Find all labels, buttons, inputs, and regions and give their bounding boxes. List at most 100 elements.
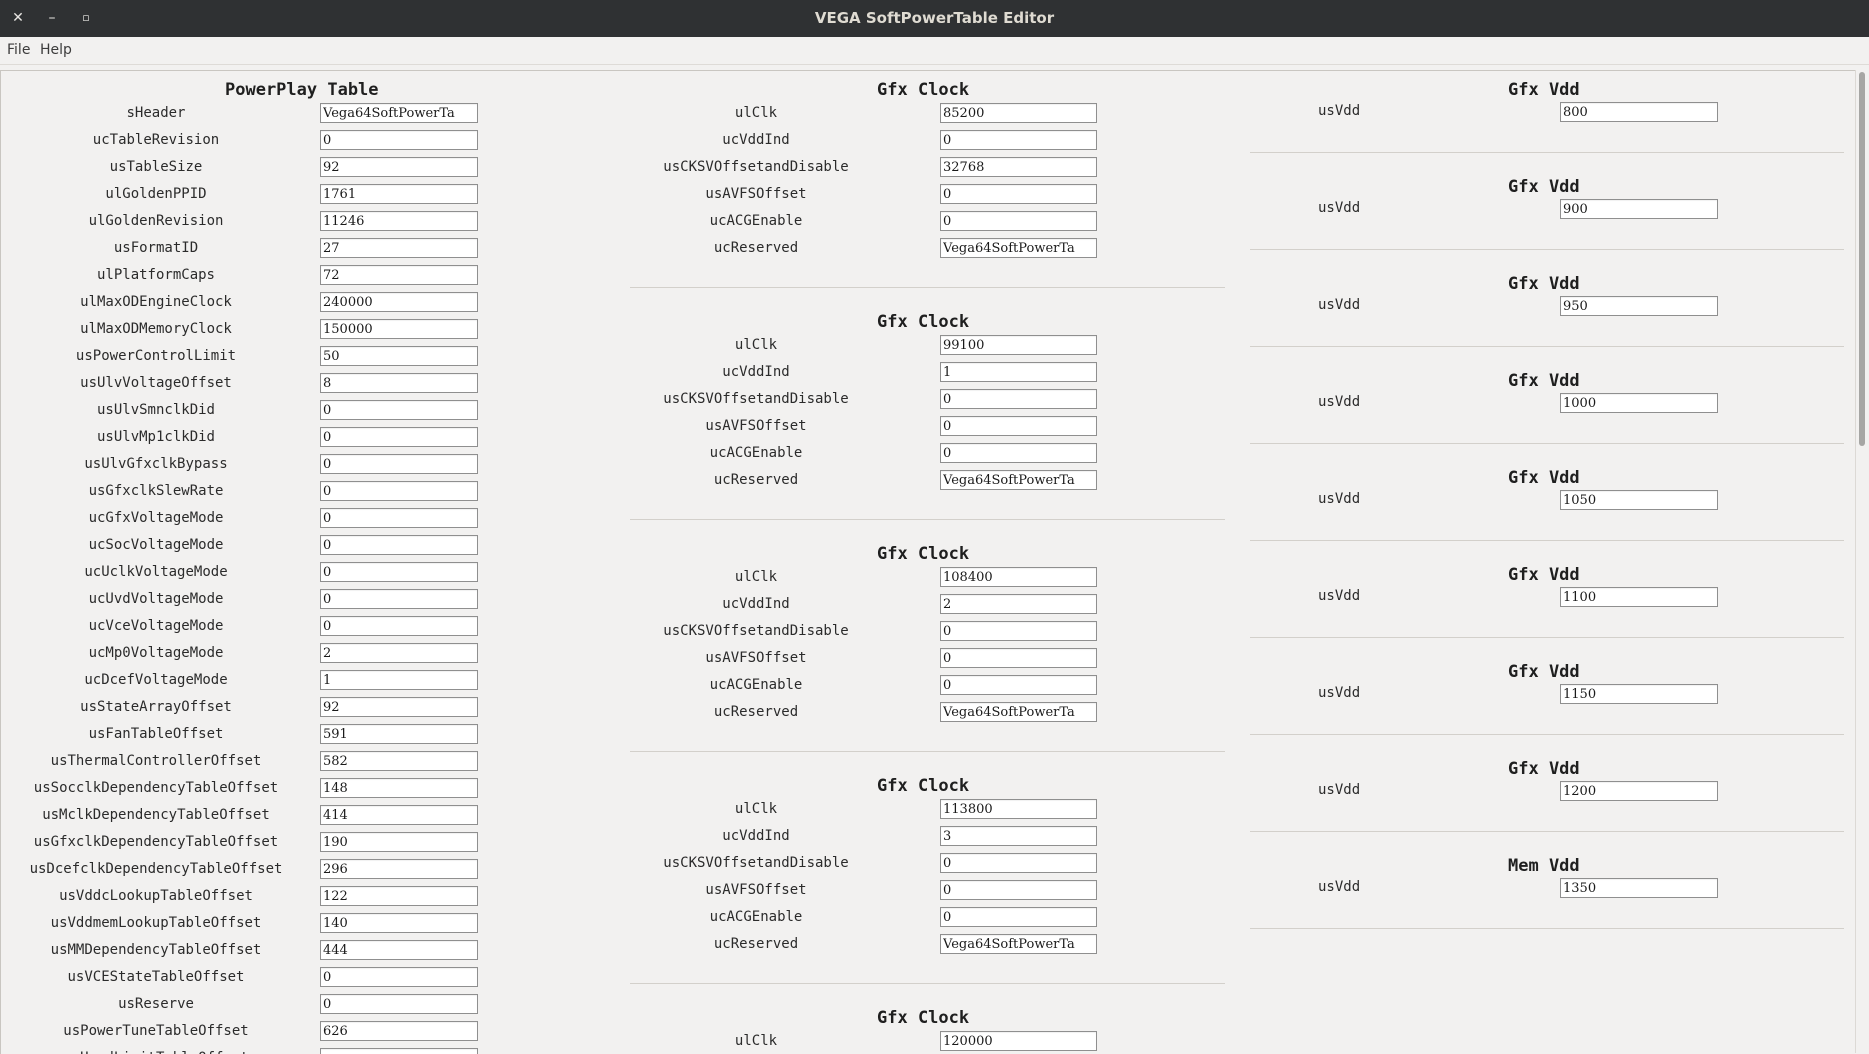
powerplay-label-11: usUlvSmnclkDid <box>96 402 215 418</box>
powerplay-field-19[interactable] <box>320 616 478 636</box>
vdd-field-4[interactable] <box>1560 490 1718 510</box>
gfx-clock-0-field-3[interactable] <box>940 184 1097 204</box>
powerplay-field-9[interactable] <box>320 346 478 366</box>
powerplay-field-7[interactable] <box>320 292 478 312</box>
gfx-clock-2-field-3[interactable] <box>940 648 1097 668</box>
powerplay-field-27[interactable] <box>320 832 478 852</box>
powerplay-field-17[interactable] <box>320 562 478 582</box>
powerplay-field-34[interactable] <box>320 1021 478 1041</box>
powerplay-label-25: usSocclkDependencyTableOffset <box>33 780 279 796</box>
gfx-clock-3-field-4[interactable] <box>940 907 1097 927</box>
powerplay-field-29[interactable] <box>320 886 478 906</box>
powerplay-field-22[interactable] <box>320 697 478 717</box>
gfx-clock-3-field-1[interactable] <box>940 826 1097 846</box>
powerplay-label-7: ulMaxODEngineClock <box>80 294 232 310</box>
powerplay-field-21[interactable] <box>320 670 478 690</box>
powerplay-label-6: ulPlatformCaps <box>96 267 215 283</box>
powerplay-field-23[interactable] <box>320 724 478 744</box>
gfx-clock-3-field-0[interactable] <box>940 799 1097 819</box>
gfx-clock-1-field-5[interactable] <box>940 470 1097 490</box>
vdd-field-0[interactable] <box>1560 102 1718 122</box>
gfx-clock-1-label-1: ucVddInd <box>722 364 790 380</box>
vdd-field-5[interactable] <box>1560 587 1718 607</box>
powerplay-label-14: usGfxclkSlewRate <box>88 483 224 499</box>
powerplay-field-12[interactable] <box>320 427 478 447</box>
window-titlebar: ✕ – ▫ VEGA SoftPowerTable Editor <box>0 0 1869 37</box>
powerplay-field-13[interactable] <box>320 454 478 474</box>
powerplay-field-5[interactable] <box>320 238 478 258</box>
gfx-clock-0-field-1[interactable] <box>940 130 1097 150</box>
powerplay-field-18[interactable] <box>320 589 478 609</box>
powerplay-field-8[interactable] <box>320 319 478 339</box>
gfx-clock-0-field-2[interactable] <box>940 157 1097 177</box>
powerplay-field-20[interactable] <box>320 643 478 663</box>
vdd-field-7[interactable] <box>1560 781 1718 801</box>
menu-help[interactable]: Help <box>40 37 72 64</box>
powerplay-label-3: ulGoldenPPID <box>105 186 207 202</box>
vdd-separator-5 <box>1250 637 1844 638</box>
menu-file[interactable]: File <box>7 37 30 64</box>
gfx-clock-2-field-1[interactable] <box>940 594 1097 614</box>
gfx-clock-0-label-0: ulClk <box>734 105 778 121</box>
gfx-clock-3-field-5[interactable] <box>940 934 1097 954</box>
powerplay-field-16[interactable] <box>320 535 478 555</box>
powerplay-label-21: ucDcefVoltageMode <box>84 672 228 688</box>
vdd-field-1[interactable] <box>1560 199 1718 219</box>
powerplay-label-10: usUlvVoltageOffset <box>80 375 232 391</box>
powerplay-field-35[interactable] <box>320 1048 478 1054</box>
powerplay-field-31[interactable] <box>320 940 478 960</box>
gfx-clock-3-field-2[interactable] <box>940 853 1097 873</box>
powerplay-field-25[interactable] <box>320 778 478 798</box>
powerplay-field-33[interactable] <box>320 994 478 1014</box>
powerplay-field-6[interactable] <box>320 265 478 285</box>
gfx-clock-1-label-3: usAVFSOffset <box>705 418 807 434</box>
gfx-clock-2-field-2[interactable] <box>940 621 1097 641</box>
vdd-field-6[interactable] <box>1560 684 1718 704</box>
gfx-clock-1-field-0[interactable] <box>940 335 1097 355</box>
editor-panel: PowerPlay Table sHeader ucTableRevision usT… <box>0 70 1857 1054</box>
powerplay-field-11[interactable] <box>320 400 478 420</box>
gfx-clock-separator-3 <box>630 983 1225 984</box>
gfx-clock-3-field-3[interactable] <box>940 880 1097 900</box>
powerplay-field-0[interactable] <box>320 103 478 123</box>
gfx-clock-0-field-5[interactable] <box>940 238 1097 258</box>
gfx-clock-1-field-3[interactable] <box>940 416 1097 436</box>
powerplay-field-28[interactable] <box>320 859 478 879</box>
gfx-clock-1-field-1[interactable] <box>940 362 1097 382</box>
powerplay-field-15[interactable] <box>320 508 478 528</box>
gfx-clock-2-field-0[interactable] <box>940 567 1097 587</box>
window-title: VEGA SoftPowerTable Editor <box>814 9 1055 27</box>
gfx-clock-title-1: Gfx Clock <box>877 312 970 332</box>
powerplay-label-19: ucVceVoltageMode <box>88 618 224 634</box>
powerplay-field-26[interactable] <box>320 805 478 825</box>
vertical-scrollbar[interactable] <box>1855 70 1869 1053</box>
vdd-label-5: usVdd <box>1318 588 1361 604</box>
powerplay-label-28: usDcefclkDependencyTableOffset <box>29 861 283 877</box>
gfx-clock-0-field-4[interactable] <box>940 211 1097 231</box>
vdd-field-3[interactable] <box>1560 393 1718 413</box>
powerplay-field-4[interactable] <box>320 211 478 231</box>
powerplay-label-31: usMMDependencyTableOffset <box>50 942 262 958</box>
powerplay-field-24[interactable] <box>320 751 478 771</box>
gfx-clock-1-field-2[interactable] <box>940 389 1097 409</box>
gfx-clock-1-field-4[interactable] <box>940 443 1097 463</box>
powerplay-field-32[interactable] <box>320 967 478 987</box>
vdd-field-8[interactable] <box>1560 878 1718 898</box>
gfx-clock-2-field-4[interactable] <box>940 675 1097 695</box>
powerplay-field-14[interactable] <box>320 481 478 501</box>
powerplay-field-10[interactable] <box>320 373 478 393</box>
scrollbar-thumb[interactable] <box>1859 72 1865 446</box>
gfx-clock-4-field-0[interactable] <box>940 1031 1097 1051</box>
gfx-clock-0-field-0[interactable] <box>940 103 1097 123</box>
powerplay-label-18: ucUvdVoltageMode <box>88 591 224 607</box>
powerplay-label-13: usUlvGfxclkBypass <box>84 456 228 472</box>
powerplay-label-2: usTableSize <box>109 159 203 175</box>
powerplay-field-2[interactable] <box>320 157 478 177</box>
powerplay-field-30[interactable] <box>320 913 478 933</box>
vdd-field-2[interactable] <box>1560 296 1718 316</box>
vdd-title-0: Gfx Vdd <box>1508 80 1580 100</box>
gfx-clock-2-field-5[interactable] <box>940 702 1097 722</box>
vdd-label-6: usVdd <box>1318 685 1361 701</box>
powerplay-field-3[interactable] <box>320 184 478 204</box>
powerplay-field-1[interactable] <box>320 130 478 150</box>
